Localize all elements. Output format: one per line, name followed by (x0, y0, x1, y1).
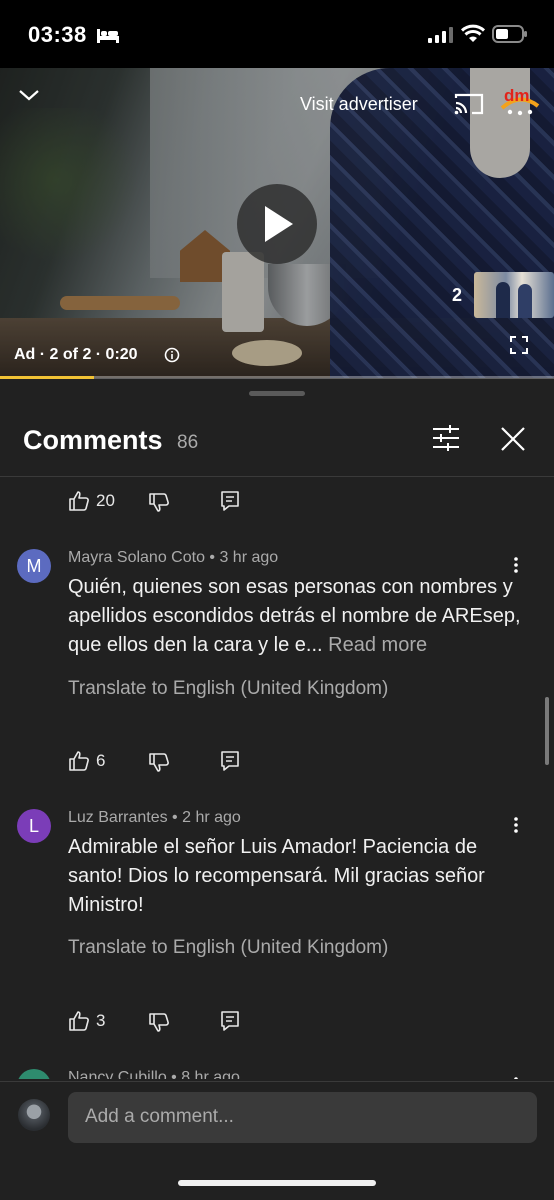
svg-text:dm: dm (504, 86, 530, 105)
play-icon (265, 206, 293, 242)
add-comment-input[interactable]: Add a comment... (68, 1092, 537, 1143)
comment-body: Quién, quienes son esas personas con nom… (68, 576, 521, 656)
cellular-signal-icon (428, 27, 453, 43)
reply-icon[interactable] (220, 490, 240, 512)
comment-meta: Nancy Cubillo • 8 hr ago (68, 1069, 240, 1079)
like-count: 6 (96, 751, 106, 770)
reply-icon[interactable] (220, 1010, 240, 1032)
more-options-icon[interactable] (514, 557, 518, 573)
sleep-focus-icon (97, 29, 119, 43)
fullscreen-icon[interactable] (510, 336, 528, 354)
ad-info-label: Ad · 2 of 2 · 0:20 (14, 346, 138, 363)
comment-text: Admirable el señor Luis Amador! Pacienci… (68, 836, 485, 916)
avatar[interactable]: M (17, 549, 51, 583)
comment-actions: 3 (0, 1006, 554, 1036)
advertiser-logo[interactable]: dm (498, 82, 542, 116)
comment-actions: 6 (0, 746, 554, 776)
comments-scrollbar[interactable] (545, 697, 549, 765)
user-avatar (18, 1099, 50, 1131)
comment-meta: Luz Barrantes • 2 hr ago (68, 809, 241, 826)
like-count: 3 (96, 1011, 106, 1030)
comment-list[interactable]: 20 M Mayra Solano Coto • 3 hr ago Quién,… (0, 477, 554, 1079)
comment-actions: 20 (0, 486, 554, 516)
comments-title: Comments (23, 425, 163, 455)
battery-icon (492, 25, 527, 43)
next-video-count: 2 (452, 285, 463, 305)
reply-icon[interactable] (220, 750, 240, 772)
dislike-icon[interactable] (148, 1012, 170, 1034)
next-video-thumbnail[interactable] (474, 272, 554, 318)
comment-text: Quién, quienes son esas personas con nom… (68, 573, 528, 660)
video-player[interactable]: Visit advertiser dm 2 Ad · 2 of 2 · 0:20 (0, 68, 554, 378)
dislike-icon[interactable] (148, 752, 170, 774)
drag-handle[interactable] (249, 391, 305, 396)
more-options-icon[interactable] (514, 817, 518, 833)
avatar[interactable]: L (17, 809, 51, 843)
dislike-icon[interactable] (148, 492, 170, 514)
wifi-icon (460, 24, 486, 42)
status-bar: 03:38 (0, 0, 554, 68)
visit-advertiser-link[interactable]: Visit advertiser (300, 94, 418, 115)
like-icon[interactable] (68, 1010, 90, 1032)
like-icon[interactable] (68, 490, 90, 512)
status-time: 03:38 (28, 22, 87, 47)
comments-panel: Comments 86 20 M Mayra Solano Coto • 3 h… (0, 379, 554, 1200)
play-button[interactable] (237, 184, 317, 264)
comment-meta: Mayra Solano Coto • 3 hr ago (68, 549, 279, 566)
sort-filter-icon[interactable] (432, 425, 460, 451)
avatar[interactable]: N (17, 1069, 51, 1079)
translate-link[interactable]: Translate to English (United Kingdom) (68, 937, 388, 959)
minimize-chevron-icon[interactable] (18, 88, 40, 102)
translate-link[interactable]: Translate to English (United Kingdom) (68, 678, 388, 700)
composer-divider (0, 1081, 554, 1082)
like-icon[interactable] (68, 750, 90, 772)
add-comment-placeholder: Add a comment... (85, 1106, 234, 1127)
close-icon[interactable] (500, 426, 526, 452)
read-more-link[interactable]: Read more (328, 634, 427, 656)
more-options-icon[interactable] (514, 1077, 518, 1079)
comments-count: 86 (177, 432, 199, 453)
like-count: 20 (96, 491, 115, 510)
cast-icon[interactable] (454, 92, 484, 116)
info-icon[interactable] (164, 347, 180, 363)
home-indicator (178, 1180, 376, 1186)
